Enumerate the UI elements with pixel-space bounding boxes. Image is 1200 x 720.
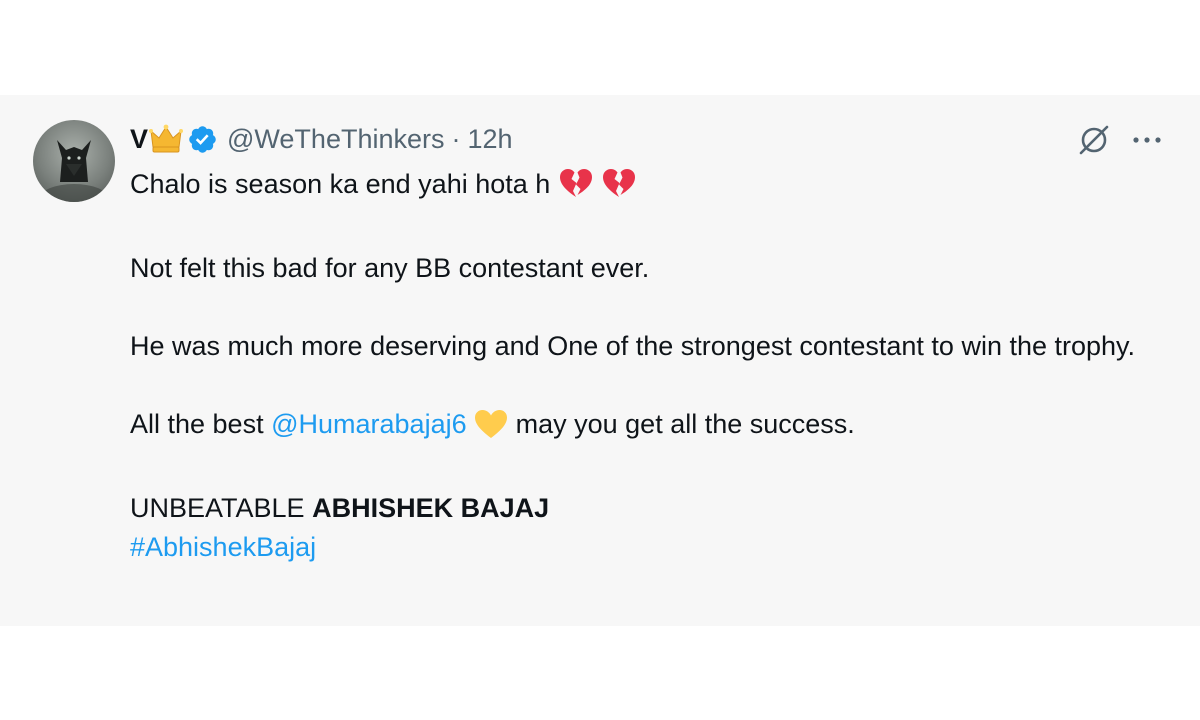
crown-icon bbox=[149, 123, 184, 155]
tweet-line: He was much more deserving and One of th… bbox=[130, 331, 1136, 361]
tweet-line: UNBEATABLE ABHISHEK BAJAJ bbox=[130, 489, 1140, 528]
wolf-avatar-icon bbox=[40, 140, 108, 202]
verified-badge-icon[interactable] bbox=[187, 124, 218, 155]
tweet-text: Chalo is season ka end yahi hota h Not f… bbox=[130, 165, 1140, 567]
broken-heart-emoji bbox=[601, 167, 637, 210]
yellow-heart-emoji bbox=[474, 409, 508, 450]
separator-dot: · bbox=[451, 123, 461, 154]
tweet-line: Chalo is season ka end yahi hota h bbox=[130, 165, 1140, 210]
display-name[interactable]: V bbox=[130, 124, 148, 155]
tweet-text-line: may you get all the success. bbox=[515, 409, 855, 439]
grok-icon[interactable] bbox=[1077, 123, 1111, 157]
timestamp[interactable]: 12h bbox=[468, 124, 513, 155]
tweet-text-line: UNBEATABLE bbox=[130, 493, 305, 523]
user-handle[interactable]: @WeTheThinkers bbox=[227, 124, 444, 155]
bold-name: ABHISHEK BAJAJ bbox=[312, 493, 550, 523]
hashtag-link[interactable]: #AbhishekBajaj bbox=[130, 532, 316, 562]
tweet-line: Not felt this bad for any BB contestant … bbox=[130, 253, 650, 283]
tweet-text-line: All the best bbox=[130, 409, 264, 439]
tweet-text-line: Chalo is season ka end yahi hota h bbox=[130, 169, 551, 199]
tweet-header: V @WeTheThinkers · 12h bbox=[130, 121, 513, 157]
broken-heart-emoji bbox=[558, 167, 594, 210]
tweet-line: #AbhishekBajaj bbox=[130, 528, 1140, 567]
avatar[interactable] bbox=[33, 120, 115, 202]
mention-link[interactable]: @Humarabajaj6 bbox=[271, 409, 467, 439]
tweet-line: All the best @Humarabajaj6 may you get a… bbox=[130, 405, 1140, 450]
more-icon[interactable] bbox=[1131, 123, 1165, 157]
tweet-card[interactable]: V @WeTheThinkers · 12h Chalo is season k… bbox=[0, 95, 1200, 626]
